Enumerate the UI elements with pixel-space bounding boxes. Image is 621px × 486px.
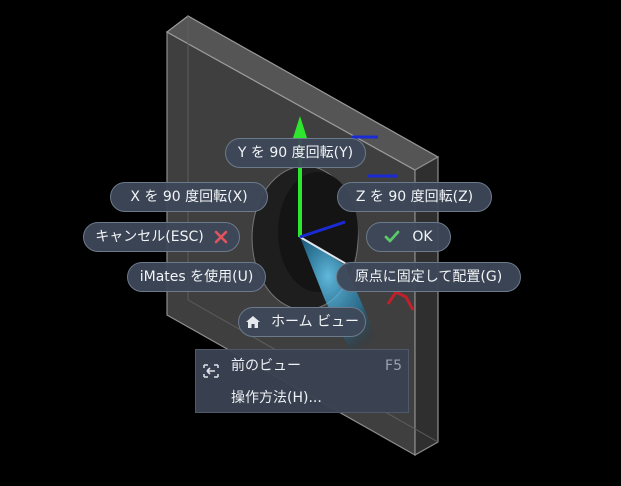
rotate-z-button[interactable]: Z を 90 度回転(Z) <box>337 182 492 212</box>
place-at-origin-button[interactable]: 原点に固定して配置(G) <box>336 262 521 292</box>
use-imates-button[interactable]: iMates を使用(U) <box>127 262 266 292</box>
how-to-label: 操作方法(H)... <box>231 390 322 406</box>
cancel-label: キャンセル(ESC) <box>95 229 204 245</box>
rotate-y-label: Y を 90 度回転(Y) <box>237 145 354 161</box>
cancel-button[interactable]: キャンセル(ESC) <box>83 222 240 252</box>
rotate-x-label: X を 90 度回転(X) <box>130 189 248 205</box>
context-menu: 前のビュー F5 操作方法(H)... <box>195 349 409 413</box>
close-x-icon <box>214 230 228 244</box>
ok-button[interactable]: OK <box>366 222 451 252</box>
checkmark-icon <box>384 230 400 244</box>
rotate-y-button[interactable]: Y を 90 度回転(Y) <box>225 138 366 168</box>
ok-label: OK <box>412 229 433 245</box>
home-icon <box>245 315 261 329</box>
previous-view-shortcut: F5 <box>385 358 402 374</box>
home-view-button[interactable]: ホーム ビュー <box>238 307 366 337</box>
menu-item-how-to[interactable]: 操作方法(H)... <box>196 383 408 413</box>
rotate-x-button[interactable]: X を 90 度回転(X) <box>110 182 268 212</box>
home-view-label: ホーム ビュー <box>270 314 360 330</box>
menu-item-previous-view[interactable]: 前のビュー F5 <box>196 351 408 381</box>
previous-view-label: 前のビュー <box>231 358 301 374</box>
rotate-z-label: Z を 90 度回転(Z) <box>355 189 474 205</box>
use-imates-label: iMates を使用(U) <box>139 269 254 285</box>
place-at-origin-label: 原点に固定して配置(G) <box>354 269 503 285</box>
